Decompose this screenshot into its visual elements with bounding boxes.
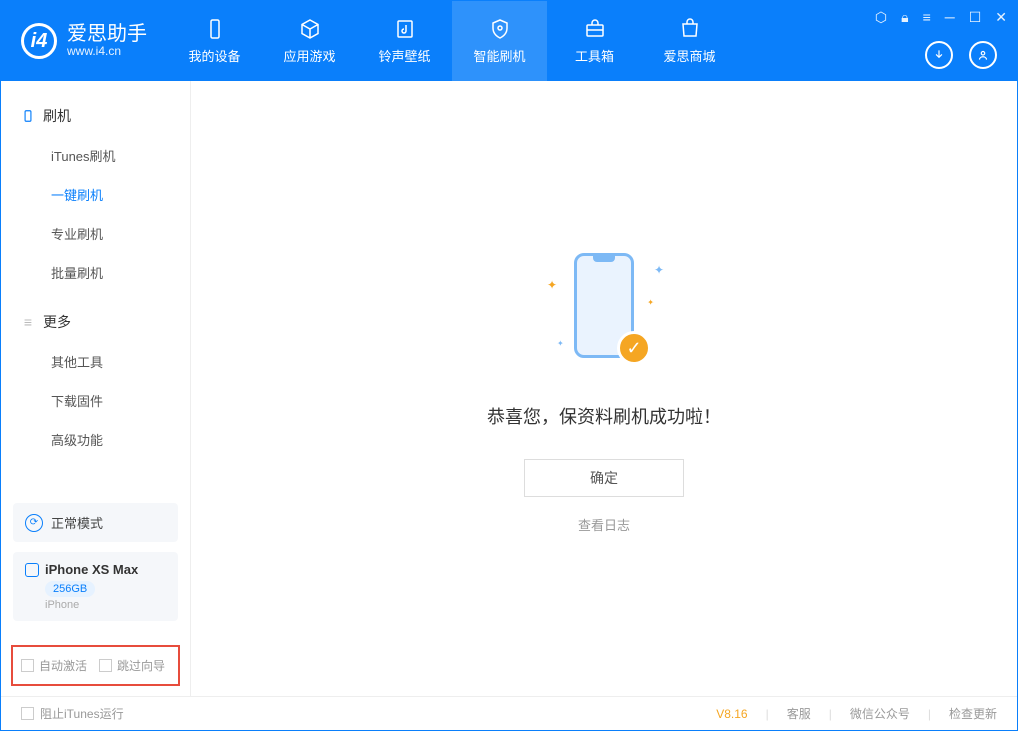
sidebar-item-advanced[interactable]: 高级功能 bbox=[1, 420, 190, 459]
download-button[interactable] bbox=[925, 41, 953, 69]
nav-tab-label: 我的设备 bbox=[188, 46, 240, 65]
sidebar-section-flash: 刷机 bbox=[1, 96, 190, 136]
sidebar-item-itunes-flash[interactable]: iTunes刷机 bbox=[1, 136, 190, 175]
close-button[interactable]: ✕ bbox=[995, 9, 1007, 26]
nav-tab-label: 智能刷机 bbox=[473, 46, 525, 65]
view-log-link[interactable]: 查看日志 bbox=[578, 515, 630, 534]
nav-tab-device[interactable]: 我的设备 bbox=[167, 1, 262, 81]
header: i4 爱思助手 www.i4.cn 我的设备 应用游戏 铃声壁纸 智能刷机 工具… bbox=[1, 1, 1017, 81]
maximize-button[interactable]: ☐ bbox=[969, 9, 982, 26]
sidebar-section-more: ≡ 更多 bbox=[1, 302, 190, 342]
sidebar-item-batch-flash[interactable]: 批量刷机 bbox=[1, 253, 190, 292]
user-button[interactable] bbox=[969, 41, 997, 69]
nav-tab-store[interactable]: 爱思商城 bbox=[642, 1, 737, 81]
sidebar-item-pro-flash[interactable]: 专业刷机 bbox=[1, 214, 190, 253]
nav-tabs: 我的设备 应用游戏 铃声壁纸 智能刷机 工具箱 爱思商城 bbox=[167, 1, 737, 81]
download-icon bbox=[932, 48, 946, 62]
nav-tab-flash[interactable]: 智能刷机 bbox=[452, 1, 547, 81]
section-title: 更多 bbox=[43, 312, 71, 332]
block-itunes-option[interactable]: 阻止iTunes运行 bbox=[21, 705, 124, 722]
success-illustration: ✓ ✦ ✦ ✦ ✦ bbox=[539, 243, 669, 373]
check-icon: ✓ bbox=[617, 331, 651, 365]
menu-icon[interactable]: ≡ bbox=[923, 9, 931, 26]
sidebar-item-other-tools[interactable]: 其他工具 bbox=[1, 342, 190, 381]
sparkle-icon: ✦ bbox=[654, 263, 664, 277]
device-icon bbox=[203, 17, 227, 41]
sidebar: 刷机 iTunes刷机 一键刷机 专业刷机 批量刷机 ≡ 更多 其他工具 下载固… bbox=[1, 81, 191, 696]
checkbox[interactable] bbox=[99, 659, 112, 672]
app-url: www.i4.cn bbox=[67, 44, 147, 58]
option-label: 跳过向导 bbox=[117, 657, 165, 674]
nav-tab-label: 应用游戏 bbox=[283, 46, 335, 65]
logo-icon: i4 bbox=[21, 23, 57, 59]
device-name: iPhone XS Max bbox=[45, 562, 138, 577]
success-message: 恭喜您，保资料刷机成功啦！ bbox=[487, 403, 721, 429]
sidebar-item-download-firmware[interactable]: 下载固件 bbox=[1, 381, 190, 420]
device-panel: ⟳ 正常模式 iPhone XS Max 256GB iPhone bbox=[13, 503, 178, 621]
section-title: 刷机 bbox=[43, 106, 71, 126]
sparkle-icon: ✦ bbox=[547, 278, 557, 292]
nav-tab-label: 工具箱 bbox=[575, 46, 614, 65]
minimize-button[interactable]: ─ bbox=[945, 9, 955, 26]
auto-activate-option[interactable]: 自动激活 bbox=[21, 657, 87, 674]
nav-tab-apps[interactable]: 应用游戏 bbox=[262, 1, 357, 81]
footer-link-update[interactable]: 检查更新 bbox=[949, 705, 997, 722]
mode-icon: ⟳ bbox=[25, 514, 43, 532]
nav-tab-label: 铃声壁纸 bbox=[378, 46, 430, 65]
flash-options-highlight: 自动激活 跳过向导 bbox=[11, 645, 180, 686]
checkbox[interactable] bbox=[21, 707, 34, 720]
sparkle-icon: ✦ bbox=[557, 339, 564, 348]
confirm-button[interactable]: 确定 bbox=[524, 459, 684, 497]
mode-row[interactable]: ⟳ 正常模式 bbox=[13, 503, 178, 542]
device-type: iPhone bbox=[45, 599, 166, 611]
footer-link-wechat[interactable]: 微信公众号 bbox=[850, 705, 910, 722]
footer: 阻止iTunes运行 V8.16 | 客服 | 微信公众号 | 检查更新 bbox=[1, 696, 1017, 730]
body: 刷机 iTunes刷机 一键刷机 专业刷机 批量刷机 ≡ 更多 其他工具 下载固… bbox=[1, 81, 1017, 696]
list-icon: ≡ bbox=[21, 315, 35, 329]
checkbox[interactable] bbox=[21, 659, 34, 672]
cube-icon bbox=[298, 17, 322, 41]
shield-icon bbox=[488, 17, 512, 41]
logo-area: i4 爱思助手 www.i4.cn bbox=[1, 1, 167, 81]
window-controls: ⬡ 🔒︎ ≡ ─ ☐ ✕ bbox=[875, 9, 1007, 26]
storage-badge: 256GB bbox=[45, 581, 95, 597]
main-content: ✓ ✦ ✦ ✦ ✦ 恭喜您，保资料刷机成功啦！ 确定 查看日志 bbox=[191, 81, 1017, 696]
music-icon bbox=[393, 17, 417, 41]
shirt-icon[interactable]: ⬡ bbox=[875, 9, 887, 26]
option-label: 阻止iTunes运行 bbox=[40, 705, 124, 722]
nav-tab-ringtones[interactable]: 铃声壁纸 bbox=[357, 1, 452, 81]
phone-icon bbox=[21, 109, 35, 123]
sidebar-item-oneclick-flash[interactable]: 一键刷机 bbox=[1, 175, 190, 214]
skip-guide-option[interactable]: 跳过向导 bbox=[99, 657, 165, 674]
mode-label: 正常模式 bbox=[51, 513, 103, 532]
option-label: 自动激活 bbox=[39, 657, 87, 674]
app-name: 爱思助手 bbox=[67, 24, 147, 44]
store-icon bbox=[678, 17, 702, 41]
footer-link-service[interactable]: 客服 bbox=[787, 705, 811, 722]
device-icon bbox=[25, 563, 39, 577]
nav-tab-toolbox[interactable]: 工具箱 bbox=[547, 1, 642, 81]
toolbox-icon bbox=[583, 17, 607, 41]
sparkle-icon: ✦ bbox=[647, 298, 654, 307]
user-icon bbox=[976, 48, 990, 62]
nav-tab-label: 爱思商城 bbox=[663, 46, 715, 65]
device-row[interactable]: iPhone XS Max 256GB iPhone bbox=[13, 552, 178, 621]
lock-icon[interactable]: 🔒︎ bbox=[901, 9, 908, 26]
version-label: V8.16 bbox=[716, 707, 747, 721]
header-actions bbox=[925, 41, 997, 69]
